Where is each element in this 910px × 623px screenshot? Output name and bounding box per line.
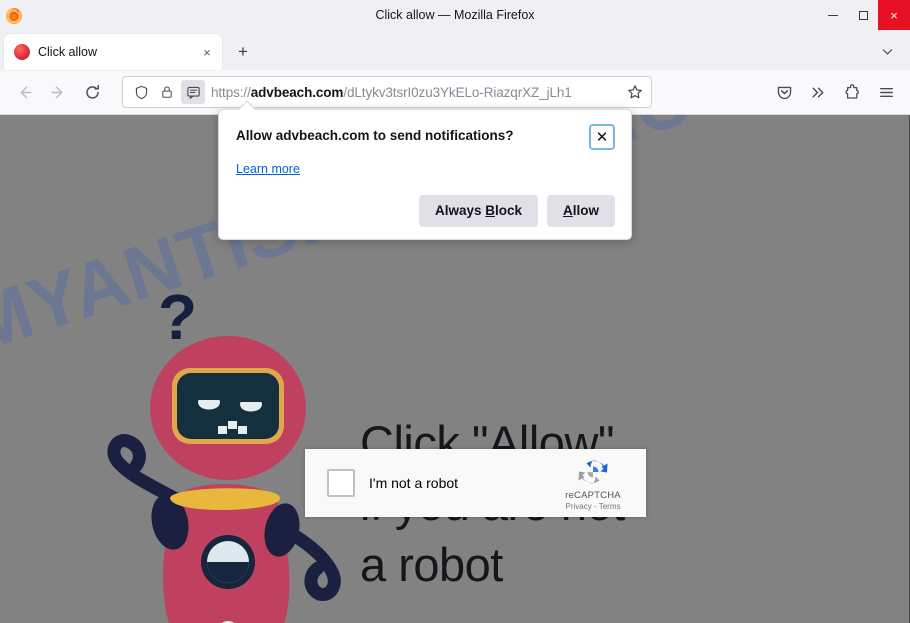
recaptcha-label: I'm not a robot (369, 475, 459, 491)
url-path: /dLtykv3tsrI0zu3YkELo-RiazqrXZ_jLh1 (343, 84, 572, 100)
learn-more-link[interactable]: Learn more (236, 162, 300, 176)
recaptcha-widget[interactable]: I'm not a robot reCAPTCHA Privacy - Term… (305, 449, 646, 517)
question-mark-text: ? (158, 281, 198, 353)
always-block-suffix: lock (494, 203, 522, 218)
tab-title: Click allow (38, 45, 98, 59)
tab-strip: Click allow × + (0, 30, 910, 70)
doorhanger-title: Allow advbeach.com to send notifications… (236, 128, 514, 143)
recaptcha-brand-name: reCAPTCHA (565, 490, 621, 501)
title-bar: Click allow — Mozilla Firefox × (0, 0, 910, 30)
tab-close-icon[interactable]: × (198, 43, 216, 61)
headline-line-3: a robot (360, 538, 503, 591)
address-bar[interactable]: https://advbeach.com/dLtykv3tsrI0zu3YkEL… (122, 76, 652, 108)
reload-button[interactable] (76, 76, 108, 108)
recaptcha-legal-links[interactable]: Privacy - Terms (554, 502, 632, 511)
doorhanger-actions: Always Block Allow (236, 195, 615, 228)
url-text: https://advbeach.com/dLtykv3tsrI0zu3YkEL… (211, 85, 621, 100)
always-block-accesskey: B (485, 203, 495, 218)
close-window-button[interactable]: × (878, 0, 910, 30)
toolbar-right-group (768, 76, 902, 108)
recaptcha-branding: reCAPTCHA Privacy - Terms (554, 455, 632, 511)
recaptcha-checkbox[interactable] (327, 469, 355, 497)
browser-tab[interactable]: Click allow × (4, 34, 222, 70)
firefox-logo-icon (4, 5, 24, 25)
allow-button[interactable]: Allow (547, 195, 615, 228)
save-to-pocket-icon[interactable] (768, 76, 800, 108)
maximize-button[interactable] (848, 0, 878, 30)
site-security-lock-icon[interactable] (155, 80, 179, 104)
always-block-prefix: Always (434, 203, 486, 218)
window-title: Click allow — Mozilla Firefox (375, 8, 535, 22)
allow-accesskey: A (563, 203, 573, 218)
allow-suffix: llow (572, 203, 599, 218)
firefox-browser-window: Click allow — Mozilla Firefox × Click al… (0, 0, 910, 623)
tracking-protection-shield-icon[interactable] (129, 80, 153, 104)
forward-button[interactable] (42, 76, 74, 108)
overflow-chevrons-icon[interactable] (802, 76, 834, 108)
tab-favicon-icon (14, 44, 30, 60)
notification-permission-dialog: Allow advbeach.com to send notifications… (218, 100, 632, 241)
url-domain: advbeach.com (250, 84, 344, 100)
notification-permission-icon[interactable] (181, 80, 205, 104)
doorhanger-close-icon[interactable]: ✕ (589, 124, 615, 150)
close-icon: × (890, 7, 898, 23)
list-all-tabs-chevron-down-icon[interactable] (874, 38, 900, 64)
minimize-button[interactable] (818, 0, 848, 30)
application-menu-hamburger-icon[interactable] (870, 76, 902, 108)
url-scheme: https:// (211, 84, 251, 100)
new-tab-button[interactable]: + (228, 37, 258, 67)
doorhanger-header: Allow advbeach.com to send notifications… (236, 124, 615, 150)
back-button[interactable] (8, 76, 40, 108)
window-controls: × (818, 0, 910, 30)
bookmark-star-icon[interactable] (623, 80, 647, 104)
recaptcha-logo-icon (576, 455, 610, 489)
extensions-puzzle-icon[interactable] (836, 76, 868, 108)
always-block-button[interactable]: Always Block (418, 195, 538, 228)
